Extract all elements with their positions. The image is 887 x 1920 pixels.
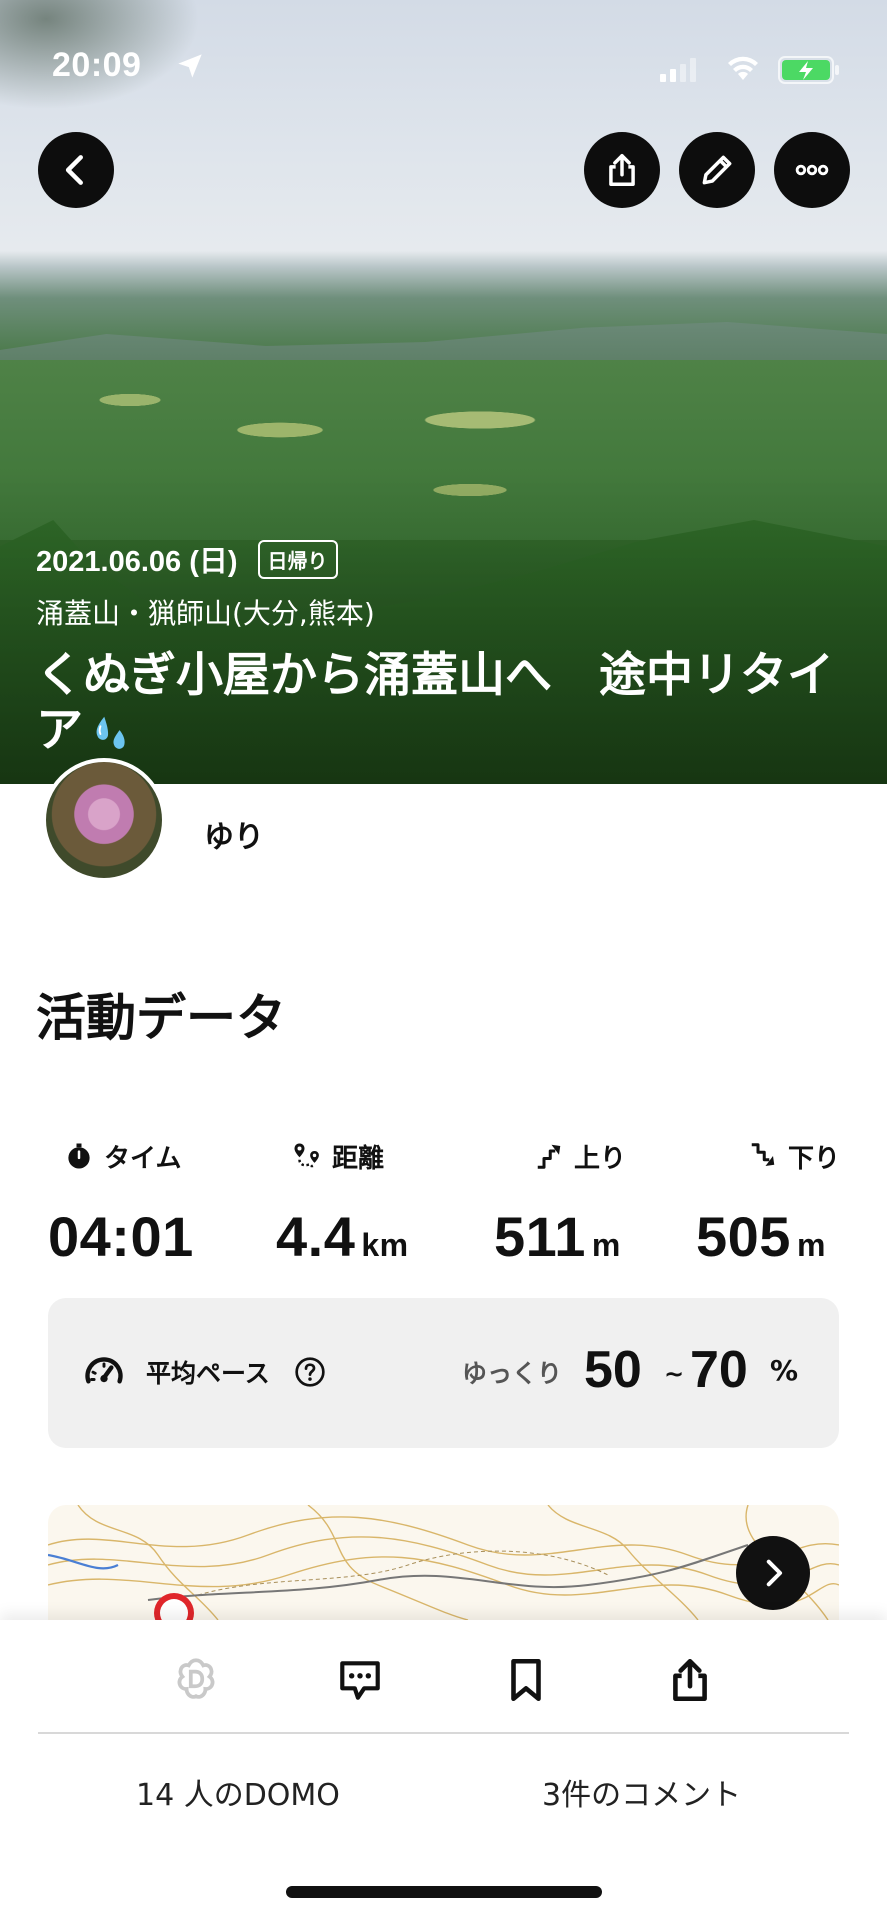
map-contours bbox=[48, 1505, 839, 1620]
chevron-left-icon bbox=[65, 155, 83, 185]
activity-header: 2021.06.06 (日) 日帰り 涌蓋山・猟師山(大分,熊本) くぬぎ小屋か… bbox=[36, 538, 856, 759]
day-trip-badge: 日帰り bbox=[257, 539, 338, 579]
more-dots-icon bbox=[795, 164, 829, 176]
stat-unit: m bbox=[591, 1227, 621, 1263]
stat-label: 下り bbox=[788, 1143, 841, 1174]
battery-charging-icon bbox=[778, 56, 839, 84]
domo-icon bbox=[177, 1658, 215, 1699]
location-arrow-icon bbox=[178, 54, 202, 78]
domo-count-link[interactable]: 14 人のDOMO bbox=[136, 1770, 340, 1814]
back-button[interactable] bbox=[38, 132, 114, 208]
bookmark-button[interactable] bbox=[496, 1650, 556, 1710]
domo-button[interactable] bbox=[166, 1650, 226, 1710]
stat-value: 505 bbox=[696, 1205, 791, 1268]
help-icon[interactable] bbox=[294, 1356, 326, 1388]
stat-ascent: 上り 511 m bbox=[494, 1136, 626, 1269]
stat-value: 511 bbox=[494, 1205, 586, 1268]
share-button[interactable] bbox=[584, 132, 660, 208]
stat-label: 距離 bbox=[332, 1143, 385, 1174]
descent-icon bbox=[751, 1143, 775, 1166]
status-time: 20:09 bbox=[52, 46, 142, 84]
bottom-action-bar: 14 人のDOMO 3件のコメント bbox=[0, 1620, 887, 1920]
status-bar: 20:09 bbox=[0, 0, 887, 140]
activity-title: くぬぎ小屋から涌蓋山へ 途中リタイア bbox=[36, 648, 835, 759]
pace-label: 平均ペース bbox=[146, 1359, 270, 1388]
route-map[interactable] bbox=[48, 1505, 839, 1620]
stopwatch-icon bbox=[68, 1143, 90, 1169]
pace-to: 70 bbox=[690, 1341, 748, 1399]
section-title: 活動データ bbox=[36, 989, 286, 1047]
username[interactable]: ゆり bbox=[204, 812, 264, 856]
chevron-right-icon bbox=[766, 1559, 783, 1587]
stat-distance: 距離 4.4 km bbox=[276, 1136, 409, 1269]
route-icon bbox=[294, 1143, 319, 1168]
speedometer-icon bbox=[85, 1357, 123, 1384]
mountain-area[interactable]: 涌蓋山・猟師山(大分,熊本) bbox=[36, 592, 856, 632]
pace-rating: ゆっくり bbox=[462, 1359, 563, 1388]
stat-label: 上り bbox=[574, 1143, 627, 1174]
stat-descent: 下り 505 m bbox=[696, 1136, 840, 1269]
activity-stats: タイム 04:01 距離 4.4 km 上り 511 m 下り 505 m bbox=[36, 1136, 851, 1276]
stat-time: タイム 04:01 bbox=[48, 1136, 194, 1269]
map-next-button[interactable] bbox=[736, 1536, 810, 1610]
share-icon bbox=[673, 1658, 707, 1702]
hero-photo: 20:09 2021.06.06 (日) 日帰り 涌蓋山・猟師山(大分,熊本) … bbox=[0, 0, 887, 784]
stat-unit: km bbox=[361, 1227, 409, 1263]
wifi-icon bbox=[728, 56, 758, 80]
ascent-icon bbox=[537, 1144, 561, 1169]
comment-count-link[interactable]: 3件のコメント bbox=[542, 1770, 741, 1814]
divider bbox=[38, 1732, 849, 1734]
stat-unit: m bbox=[796, 1227, 826, 1263]
stat-value: 4.4 bbox=[276, 1205, 356, 1268]
stat-value: 04:01 bbox=[48, 1205, 194, 1268]
pace-unit: % bbox=[770, 1354, 799, 1387]
share-icon bbox=[609, 154, 635, 186]
home-indicator[interactable] bbox=[286, 1886, 602, 1898]
bookmark-icon bbox=[511, 1658, 541, 1702]
stat-label: タイム bbox=[104, 1143, 182, 1174]
activity-date: 2021.06.06 (日) bbox=[36, 546, 238, 578]
average-pace-card[interactable]: 平均ペース ゆっくり 50 ~ 70 % bbox=[48, 1298, 839, 1448]
edit-button[interactable] bbox=[679, 132, 755, 208]
avatar[interactable] bbox=[42, 758, 166, 882]
comment-button[interactable] bbox=[330, 1650, 390, 1710]
comment-icon bbox=[340, 1661, 380, 1700]
more-button[interactable] bbox=[774, 132, 850, 208]
pace-from: 50 bbox=[584, 1341, 642, 1399]
share-bottom-button[interactable] bbox=[660, 1650, 720, 1710]
pencil-icon bbox=[702, 155, 732, 185]
sweat-droplets-icon bbox=[96, 716, 125, 749]
cellular-signal-icon bbox=[660, 58, 696, 82]
pace-separator: ~ bbox=[664, 1360, 685, 1388]
